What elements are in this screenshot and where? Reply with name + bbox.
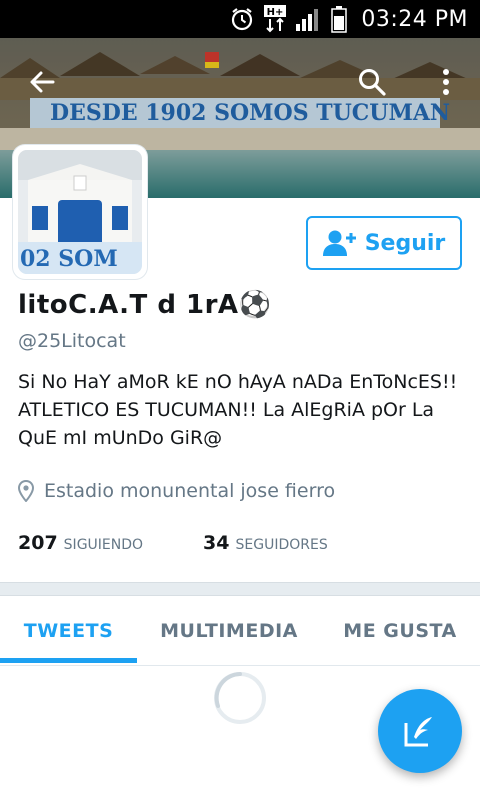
compose-tweet-icon: [404, 717, 432, 747]
profile-bio: Si No HaY aMoR kE nO hAyA nADa EnToNcES!…: [18, 371, 458, 449]
follow-button[interactable]: Seguir: [306, 216, 462, 270]
status-bar: H+ 03:24 PM: [0, 0, 480, 38]
tab-likes[interactable]: ME GUSTA: [330, 596, 470, 666]
signal-icon: [295, 6, 323, 32]
add-user-icon: [322, 230, 356, 256]
tab-multimedia[interactable]: MULTIMEDIA: [150, 596, 308, 666]
search-icon: [359, 69, 386, 96]
more-options-button[interactable]: [424, 60, 468, 104]
alarm-icon: [229, 6, 255, 32]
profile-stats: 207 SIGUIENDO 34 SEGUIDORES: [18, 532, 328, 554]
location-text: Estadio monunental jose fierro: [44, 480, 336, 502]
loading-spinner-icon: [214, 672, 266, 724]
battery-icon: [331, 5, 348, 33]
svg-text:02 SOM: 02 SOM: [20, 246, 118, 272]
avatar[interactable]: 02 SOM: [13, 145, 147, 279]
back-button[interactable]: [20, 60, 64, 104]
profile-location: Estadio monunental jose fierro: [18, 480, 335, 502]
search-button[interactable]: [350, 60, 394, 104]
following-label: SIGUIENDO: [63, 537, 144, 553]
arrow-left-icon: [30, 71, 55, 93]
svg-text:H+: H+: [267, 7, 284, 18]
profile-handle: @25Litocat: [18, 330, 126, 352]
tab-tweets[interactable]: TWEETS: [0, 596, 137, 666]
followers-stat[interactable]: 34 SEGUIDORES: [203, 532, 328, 554]
section-divider: [0, 582, 480, 596]
status-time: 03:24 PM: [361, 6, 468, 32]
compose-tweet-button[interactable]: [378, 689, 462, 773]
following-count: 207: [18, 532, 58, 554]
followers-label: SEGUIDORES: [235, 537, 328, 553]
following-stat[interactable]: 207 SIGUIENDO: [18, 532, 143, 554]
more-vert-icon: [443, 69, 449, 95]
avatar-image: 02 SOM: [18, 150, 142, 274]
profile-tabs: TWEETS MULTIMEDIA ME GUSTA: [0, 596, 480, 666]
data-transfer-icon: H+: [263, 4, 287, 34]
active-tab-indicator: [0, 658, 137, 663]
location-pin-icon: [18, 480, 34, 502]
profile-name: litoC.A.T d 1rA⚽: [18, 290, 272, 320]
followers-count: 34: [203, 532, 230, 554]
follow-button-label: Seguir: [364, 230, 446, 256]
